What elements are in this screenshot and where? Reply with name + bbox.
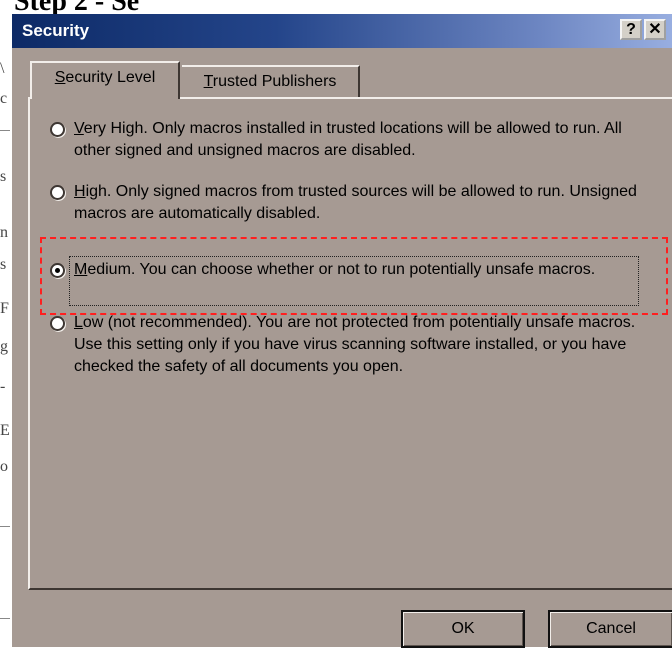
background-divider bbox=[0, 618, 10, 619]
option-high[interactable]: High. Only signed macros from trusted so… bbox=[50, 181, 650, 225]
tab-trusted-publishers[interactable]: Trusted Publishers bbox=[182, 65, 360, 98]
background-document-strip: \ c s n s F g - E o bbox=[0, 18, 12, 647]
option-description: igh. Only signed macros from trusted sou… bbox=[74, 183, 637, 222]
tab-security-level[interactable]: Security Level bbox=[30, 61, 180, 99]
option-low[interactable]: Low (not recommended). You are not prote… bbox=[50, 312, 650, 378]
background-letter: E bbox=[0, 422, 10, 439]
option-label: Very High. Only macros installed in trus… bbox=[74, 118, 650, 162]
option-mnemonic: H bbox=[74, 183, 86, 200]
dialog-title: Security bbox=[22, 21, 90, 40]
highlight-annotation bbox=[40, 237, 668, 315]
option-mnemonic: L bbox=[74, 314, 83, 331]
tab-mnemonic: T bbox=[203, 73, 213, 90]
option-label: Low (not recommended). You are not prote… bbox=[74, 312, 650, 378]
background-letter: n bbox=[0, 224, 8, 241]
option-label: High. Only signed macros from trusted so… bbox=[74, 181, 650, 225]
radio-very-high[interactable] bbox=[50, 122, 65, 137]
background-letter: F bbox=[0, 300, 9, 317]
option-mnemonic: V bbox=[74, 120, 84, 137]
tab-label: ecurity Level bbox=[65, 69, 156, 86]
background-letter: g bbox=[0, 338, 8, 355]
option-description: ery High. Only macros installed in trust… bbox=[74, 120, 622, 159]
background-letter: - bbox=[0, 378, 6, 395]
background-letter: s bbox=[0, 256, 7, 273]
background-divider bbox=[0, 130, 10, 131]
radio-low[interactable] bbox=[50, 316, 65, 331]
ok-button[interactable]: OK bbox=[401, 610, 525, 648]
radio-high[interactable] bbox=[50, 185, 65, 200]
help-button[interactable]: ? bbox=[620, 19, 642, 40]
tab-mnemonic: S bbox=[54, 69, 66, 86]
tab-label: rusted Publishers bbox=[212, 73, 337, 90]
background-divider bbox=[0, 526, 10, 527]
option-description: ow (not recommended). You are not protec… bbox=[74, 314, 636, 375]
background-letter: \ bbox=[0, 60, 5, 77]
security-dialog: Security ? ✕ Security Level Trusted Publ… bbox=[12, 14, 672, 648]
background-letter: c bbox=[0, 90, 8, 107]
background-letter: s bbox=[0, 168, 7, 185]
background-letter: o bbox=[0, 458, 8, 475]
close-button[interactable]: ✕ bbox=[644, 19, 666, 40]
option-very-high[interactable]: Very High. Only macros installed in trus… bbox=[50, 118, 650, 162]
cancel-button[interactable]: Cancel bbox=[548, 610, 672, 648]
dialog-titlebar[interactable]: Security ? ✕ bbox=[12, 14, 672, 48]
